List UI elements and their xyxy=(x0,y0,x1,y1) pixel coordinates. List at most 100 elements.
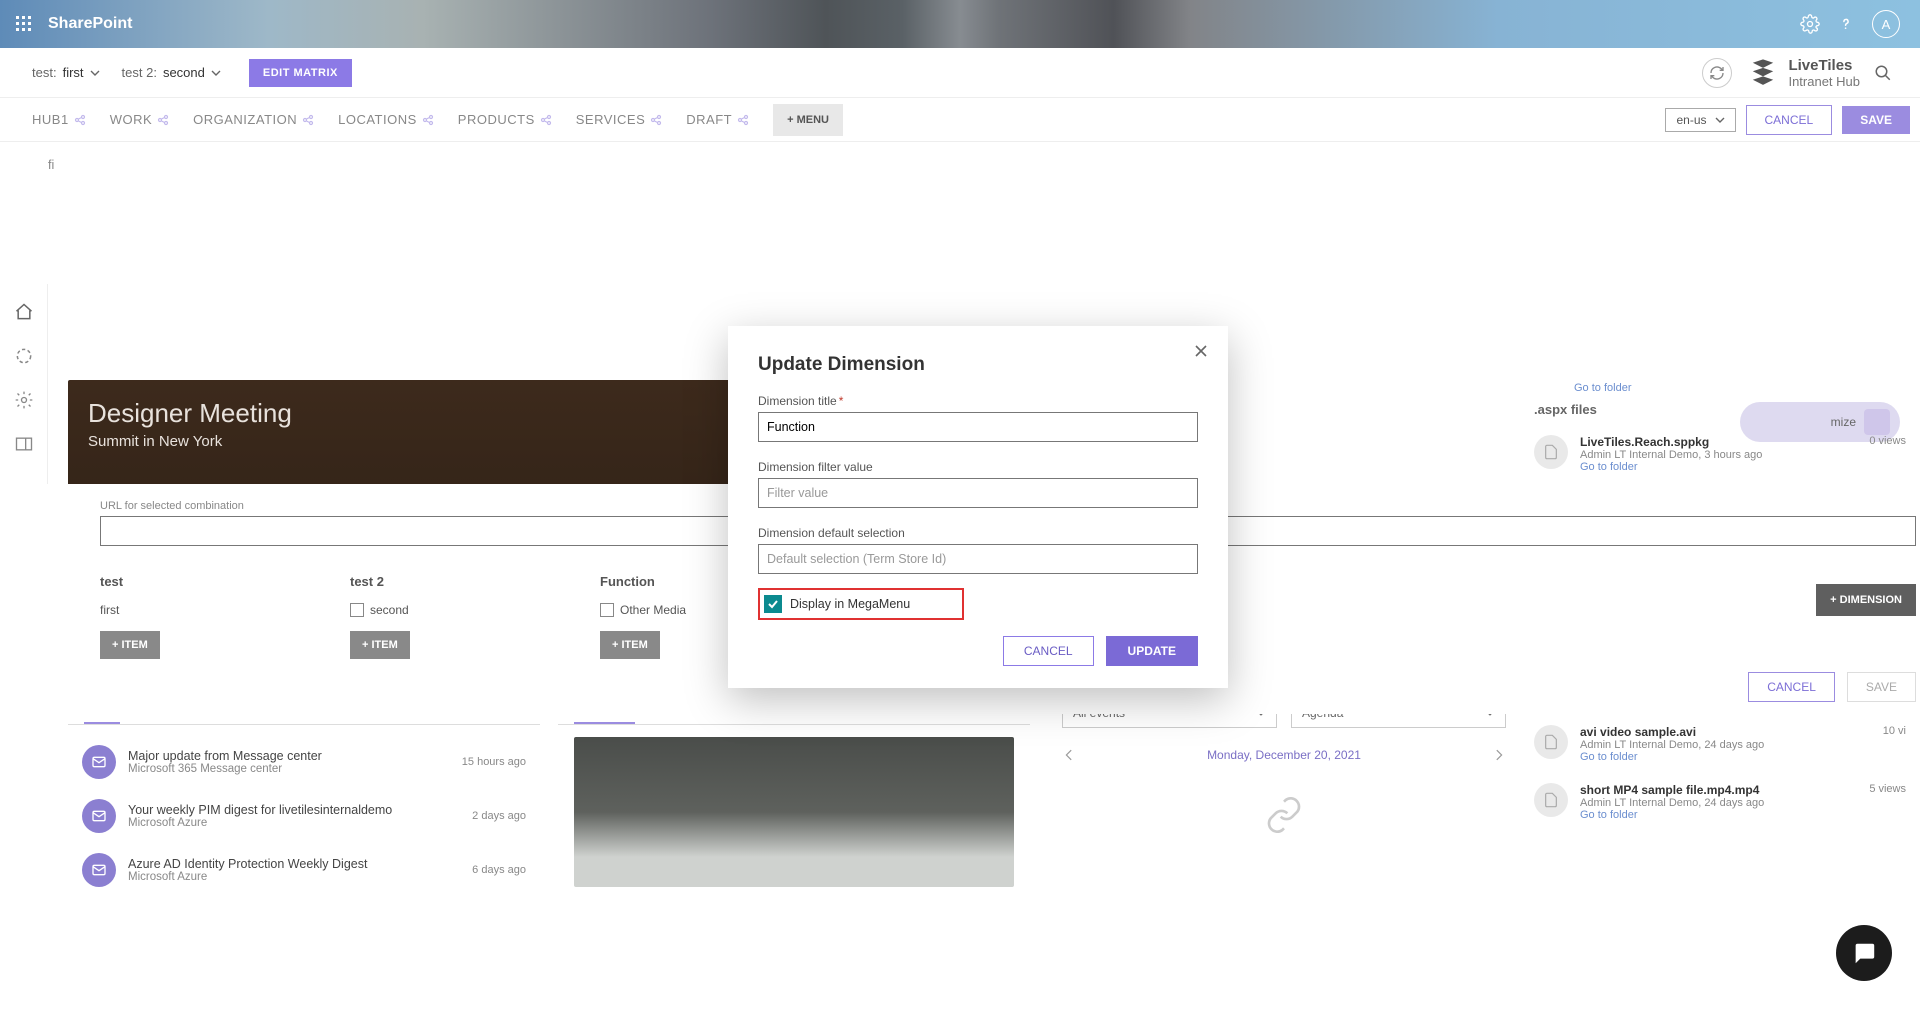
menu-item-label: PRODUCTS xyxy=(458,112,535,127)
mail-item[interactable]: Your weekly PIM digest for livetilesinte… xyxy=(82,789,526,843)
intercom-launcher[interactable] xyxy=(1836,925,1892,981)
avatar-initial: A xyxy=(1882,17,1891,32)
share-icon xyxy=(422,114,434,126)
refresh-button[interactable] xyxy=(1702,58,1732,88)
livetiles-mark-icon xyxy=(1746,56,1780,90)
modal-update-button[interactable]: UPDATE xyxy=(1106,636,1198,666)
dimension-title-input[interactable] xyxy=(758,412,1198,442)
matrix-cancel-button[interactable]: CANCEL xyxy=(1748,672,1835,702)
file-item[interactable]: short MP4 sample file.mp4.mp4Admin LT In… xyxy=(1530,773,1910,831)
go-to-folder-link[interactable]: Go to folder xyxy=(1580,751,1764,763)
display-megamenu-checkbox-row[interactable]: Display in MegaMenu xyxy=(758,588,964,620)
add-item-button[interactable]: + ITEM xyxy=(100,631,160,659)
search-icon[interactable] xyxy=(1874,64,1892,82)
avatar-button[interactable]: A xyxy=(1872,10,1900,38)
file-meta: Admin LT Internal Demo, 24 days ago xyxy=(1580,797,1764,809)
mail-item[interactable]: Azure AD Identity Protection Weekly Dige… xyxy=(82,843,526,897)
modal-cancel-button[interactable]: CANCEL xyxy=(1003,636,1094,666)
menu-item-services[interactable]: SERVICES xyxy=(576,112,663,127)
locale-value: en-us xyxy=(1676,113,1706,127)
logo-line2: Intranet Hub xyxy=(1788,74,1860,89)
edit-matrix-button[interactable]: EDIT MATRIX xyxy=(249,59,352,87)
panel-icon[interactable] xyxy=(14,434,34,454)
hero-title: Designer Meeting xyxy=(88,398,768,429)
combo-test2[interactable]: test 2: second xyxy=(122,65,221,80)
refresh-icon xyxy=(1709,65,1725,81)
settings-icon[interactable] xyxy=(1800,14,1820,34)
product-logo: LiveTiles Intranet Hub xyxy=(1746,56,1860,90)
dimension-title: test 2 xyxy=(350,574,500,589)
mail-icon xyxy=(82,799,116,833)
close-icon xyxy=(1194,344,1208,358)
mail-title: Your weekly PIM digest for livetilesinte… xyxy=(128,803,392,817)
chevron-down-icon xyxy=(211,68,221,78)
matrix-save-button[interactable]: SAVE xyxy=(1847,672,1916,702)
schedule-date: Monday, December 20, 2021 xyxy=(1207,748,1361,762)
checkbox-icon[interactable] xyxy=(600,603,614,617)
checkbox-checked-icon[interactable] xyxy=(764,595,782,613)
menu-item-label: LOCATIONS xyxy=(338,112,417,127)
loading-icon[interactable] xyxy=(14,346,34,366)
dimension-title: test xyxy=(100,574,250,589)
file-views: 10 vi xyxy=(1883,725,1906,737)
share-icon xyxy=(540,114,552,126)
chevron-down-icon xyxy=(1715,115,1725,125)
suite-brand[interactable]: SharePoint xyxy=(48,15,132,33)
app-launcher-icon[interactable] xyxy=(8,8,40,40)
combo-value: second xyxy=(163,65,205,80)
dimension-col-test: test first + ITEM xyxy=(100,574,250,659)
mail-icon xyxy=(82,745,116,779)
field-label: Dimension default selection xyxy=(758,526,1198,540)
file-views: 0 views xyxy=(1869,435,1906,447)
menubar-cancel-button[interactable]: CANCEL xyxy=(1746,105,1833,135)
mail-source: Microsoft Azure xyxy=(128,871,367,883)
menu-item-work[interactable]: WORK xyxy=(110,112,169,127)
menubar-save-button[interactable]: SAVE xyxy=(1842,106,1910,134)
add-menu-button[interactable]: + MENU xyxy=(773,104,843,136)
menu-item-label: HUB1 xyxy=(32,112,69,127)
share-icon xyxy=(650,114,662,126)
add-item-button[interactable]: + ITEM xyxy=(350,631,410,659)
mail-item[interactable]: Major update from Message centerMicrosof… xyxy=(82,735,526,789)
dimension-item[interactable]: second xyxy=(350,603,500,617)
link-icon xyxy=(1264,795,1304,835)
mail-title: Azure AD Identity Protection Weekly Dige… xyxy=(128,857,367,871)
hero-subtitle: Summit in New York xyxy=(88,433,768,450)
dimension-item[interactable]: first xyxy=(100,603,250,617)
go-to-folder-link[interactable]: Go to folder xyxy=(1580,461,1762,473)
go-to-folder-link[interactable]: Go to folder xyxy=(1574,382,1910,394)
menu-item-hub1[interactable]: HUB1 xyxy=(32,112,86,127)
chevron-right-icon[interactable] xyxy=(1492,749,1504,761)
checkbox-label: Display in MegaMenu xyxy=(790,597,910,611)
menu-item-organization[interactable]: ORGANIZATION xyxy=(193,112,314,127)
gear-icon[interactable] xyxy=(14,390,34,410)
checkbox-icon[interactable] xyxy=(350,603,364,617)
file-item[interactable]: avi video sample.aviAdmin LT Internal De… xyxy=(1530,715,1910,773)
file-icon xyxy=(1534,435,1568,469)
locale-dropdown[interactable]: en-us xyxy=(1665,108,1735,132)
mail-source: Microsoft Azure xyxy=(128,817,392,829)
chevron-left-icon[interactable] xyxy=(1064,749,1076,761)
dimension-filter-input[interactable] xyxy=(758,478,1198,508)
menu-item-locations[interactable]: LOCATIONS xyxy=(338,112,434,127)
gallery-image[interactable] xyxy=(574,737,1014,887)
menu-item-products[interactable]: PRODUCTS xyxy=(458,112,552,127)
menu-item-draft[interactable]: DRAFT xyxy=(686,112,749,127)
home-icon[interactable] xyxy=(14,302,34,322)
dimension-default-input[interactable] xyxy=(758,544,1198,574)
file-name: short MP4 sample file.mp4.mp4 xyxy=(1580,783,1764,797)
modal-title: Update Dimension xyxy=(758,354,1198,376)
file-item[interactable]: LiveTiles.Reach.sppkgAdmin LT Internal D… xyxy=(1530,425,1910,483)
menu-item-label: DRAFT xyxy=(686,112,732,127)
combo-label: test 2: xyxy=(122,65,157,80)
combo-label: test: xyxy=(32,65,57,80)
share-icon xyxy=(157,114,169,126)
add-item-button[interactable]: + ITEM xyxy=(600,631,660,659)
add-dimension-button[interactable]: + DIMENSION xyxy=(1816,584,1916,616)
close-button[interactable] xyxy=(1194,344,1208,363)
help-icon[interactable] xyxy=(1836,14,1856,34)
dimension-item-label: second xyxy=(370,603,409,617)
combo-test[interactable]: test: first xyxy=(32,65,100,80)
share-icon xyxy=(302,114,314,126)
go-to-folder-link[interactable]: Go to folder xyxy=(1580,809,1764,821)
